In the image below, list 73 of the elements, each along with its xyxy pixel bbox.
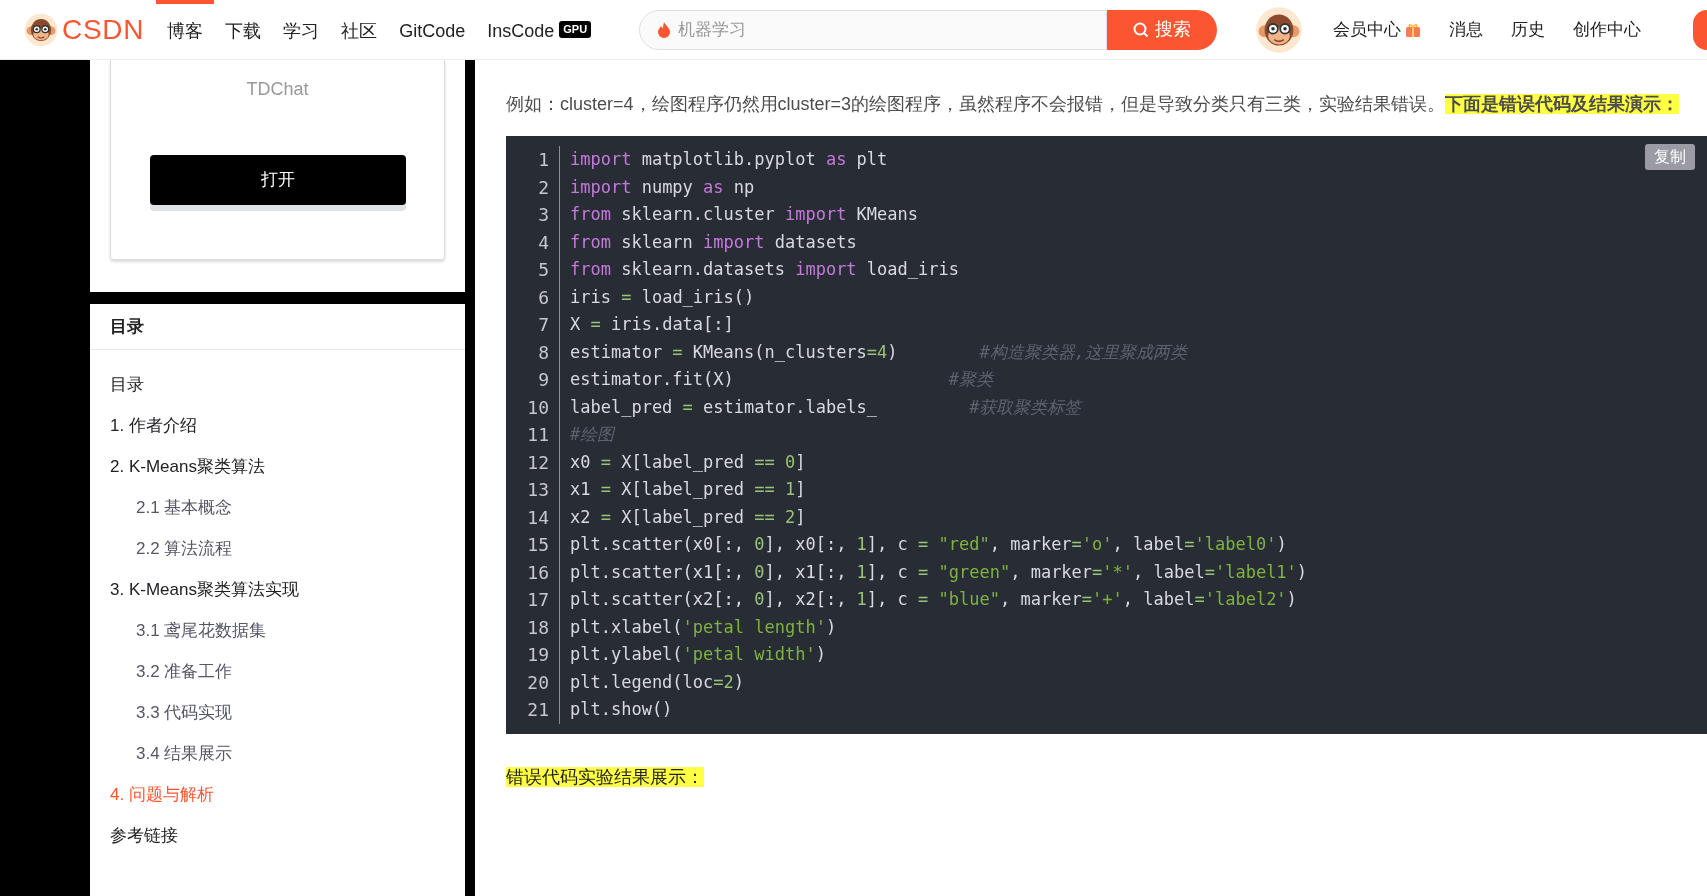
header-link[interactable]: 创作中心 (1573, 16, 1642, 43)
line-number: 11 (527, 423, 549, 447)
code-line: estimator = KMeans(n_clusters=4) #构造聚类器,这里聚成两类 (570, 340, 1190, 364)
code-line: x0 = X[label_pred == 0] (570, 450, 807, 474)
line-number: 5 (538, 258, 549, 282)
line-number: 15 (527, 533, 549, 557)
code-line: plt.legend(loc=2) (570, 670, 746, 694)
line-number: 19 (527, 643, 549, 667)
code-line: estimator.fit(X) #聚类 (570, 368, 996, 391)
line-number: 1 (538, 148, 549, 172)
line-number: 16 (527, 560, 549, 585)
header-link[interactable]: 历史 (1511, 16, 1546, 43)
code-line: label_pred = estimator.labels_ #获取聚类标签 (570, 395, 1084, 419)
line-number: 21 (527, 698, 549, 722)
line-number: 9 (538, 368, 549, 392)
result-heading: 错误代码实验结果展示： (506, 765, 705, 789)
toc-item[interactable]: 3. K-Means聚类算法实现 (90, 569, 465, 610)
line-number: 10 (527, 395, 549, 420)
code-line: x2 = X[label_pred == 2] (570, 505, 807, 529)
toc-item[interactable]: 2.2 算法流程 (90, 528, 465, 569)
nav-link[interactable]: 学习 (272, 0, 331, 59)
gpu-badge: GPU (559, 21, 592, 38)
code-line: plt.scatter(x0[:, 0], x0[:, 1], c = "red", marker='o', label='label0') (570, 533, 1288, 556)
code-line: X = iris.data[:] (570, 313, 735, 336)
nav-link[interactable]: 社区 (330, 0, 389, 59)
line-number: 8 (538, 340, 549, 365)
gift-icon (1405, 21, 1422, 38)
toc-item[interactable]: 2. K-Means聚类算法 (90, 446, 465, 487)
flame-icon (657, 21, 672, 38)
code-line: plt.scatter(x2[:, 0], x2[:, 1], c = "blue", marker='+', label='label2') (570, 588, 1298, 611)
line-number: 3 (538, 203, 549, 227)
code-line: plt.ylabel('petal width') (570, 643, 827, 666)
toc-item[interactable]: 1. 作者介绍 (90, 405, 465, 446)
code-line: import numpy as np (570, 175, 756, 199)
toc-item[interactable]: 2.1 基本概念 (90, 487, 465, 528)
line-number: 17 (527, 588, 549, 612)
line-number: 12 (527, 450, 549, 475)
line-number: 14 (527, 505, 549, 530)
toc-item[interactable]: 3.1 鸢尾花数据集 (90, 610, 465, 651)
nav-link[interactable]: 下载 (214, 0, 273, 59)
line-number: 6 (538, 285, 549, 310)
code-line: from sklearn import datasets (570, 230, 858, 254)
search-icon (1133, 21, 1150, 38)
line-number: 4 (538, 230, 549, 255)
code-line: plt.xlabel('petal length') (570, 615, 838, 639)
article-paragraph: 例如：cluster=4，绘图程序仍然用cluster=3的绘图程序，虽然程序不会报错，但是导致分类只有三类，实验结果错误。下面是错误代码及结果演示： (506, 93, 1681, 116)
toc-item[interactable]: 3.3 代码实现 (90, 692, 465, 733)
code-line: #绘图 (570, 423, 617, 446)
nav-link[interactable]: GitCode (388, 0, 477, 59)
line-number: 7 (538, 313, 549, 337)
code-line: plt.show() (570, 698, 674, 721)
code-line: import matplotlib.pyplot as plt (570, 148, 889, 171)
logo-icon (24, 12, 58, 47)
code-line: iris = load_iris() (570, 285, 756, 309)
toc-item[interactable]: 目录 (90, 364, 465, 405)
publish-button[interactable] (1693, 9, 1707, 50)
search-field[interactable]: 机器学习 (639, 9, 1108, 50)
code-line: plt.scatter(x1[:, 0], x1[:, 1], c = "green", marker='*', label='label1') (570, 560, 1308, 584)
code-line: x1 = X[label_pred == 1] (570, 478, 807, 501)
toc-item[interactable]: 3.2 准备工作 (90, 651, 465, 692)
line-number: 2 (538, 175, 549, 200)
avatar-icon (1255, 5, 1304, 54)
header-link[interactable]: 会员中心 (1333, 16, 1422, 43)
code-line: from sklearn.cluster import KMeans (570, 203, 920, 226)
code-line: from sklearn.datasets import load_iris (570, 258, 960, 281)
toc-item[interactable]: 3.4 结果展示 (90, 733, 465, 774)
line-number: 18 (527, 615, 549, 640)
line-number: 13 (527, 478, 549, 502)
toc-item[interactable]: 参考链接 (90, 815, 465, 856)
header-link[interactable]: 消息 (1449, 16, 1484, 43)
toc-title: 目录 (109, 315, 144, 338)
line-number: 20 (527, 670, 549, 695)
card-title: TDChat (246, 78, 309, 101)
